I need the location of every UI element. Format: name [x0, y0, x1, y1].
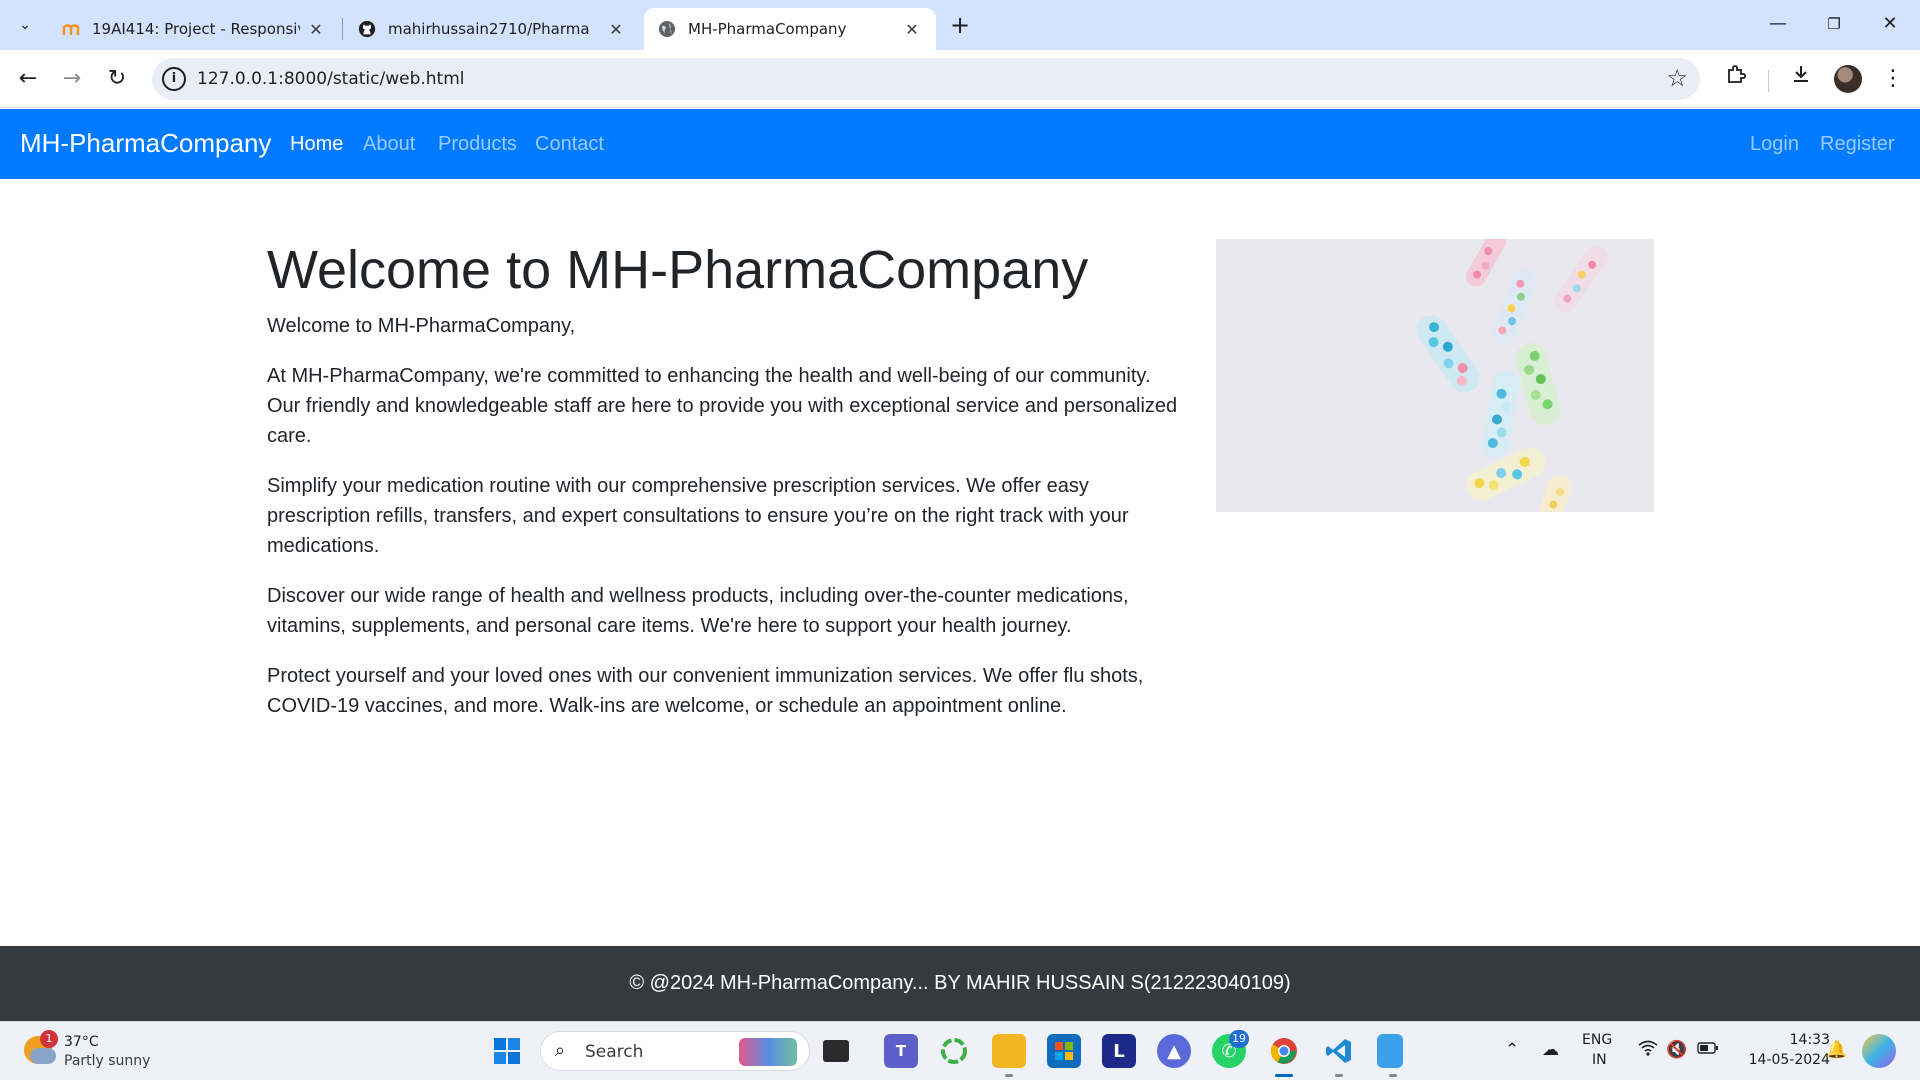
- tab-search-dropdown-icon[interactable]: ⌄: [10, 10, 40, 40]
- l-app-icon[interactable]: L: [1102, 1034, 1136, 1068]
- forward-icon[interactable]: →: [56, 63, 88, 95]
- clock-date[interactable]: 14-05-2024: [1737, 1052, 1830, 1068]
- tab-separator: [342, 18, 343, 40]
- menu-kebab-icon[interactable]: ⋮: [1876, 62, 1910, 96]
- site-navbar: MH-PharmaCompany Home About Products Con…: [0, 109, 1920, 179]
- address-bar[interactable]: i 127.0.0.1:8000/static/web.html ☆: [152, 58, 1700, 100]
- chrome-icon[interactable]: [1267, 1034, 1301, 1068]
- nav-register[interactable]: Register: [1820, 133, 1894, 156]
- bookmark-star-icon[interactable]: ☆: [1666, 64, 1688, 92]
- page-title: Welcome to MH-PharmaCompany: [267, 240, 1089, 300]
- greeting-text: Welcome to MH-PharmaCompany,: [267, 315, 576, 337]
- reload-icon[interactable]: ↻: [101, 63, 133, 95]
- task-view-icon[interactable]: [823, 1040, 849, 1062]
- tray-overflow-chevron-icon[interactable]: ⌃: [1505, 1040, 1519, 1060]
- microsoft-store-icon[interactable]: [1047, 1034, 1081, 1068]
- downloads-icon[interactable]: [1784, 62, 1818, 96]
- taskbar-search[interactable]: ⌕ Search: [540, 1031, 810, 1071]
- volume-muted-icon[interactable]: 🔇: [1666, 1040, 1687, 1060]
- immunization-paragraph: Protect yourself and your loved ones wit…: [267, 665, 1144, 717]
- weather-temp: 37°C: [64, 1034, 99, 1050]
- language-indicator-line2[interactable]: IN: [1592, 1052, 1607, 1068]
- running-indicator: [1335, 1074, 1343, 1077]
- browser-tab-active[interactable]: MH-PharmaCompany ✕: [644, 8, 936, 50]
- vscode-icon[interactable]: [1322, 1034, 1356, 1068]
- prescription-paragraph: Simplify your medication routine with ou…: [267, 475, 1129, 557]
- browser-tab-moodle[interactable]: 19AI414: Project - Responsive W ✕: [48, 8, 340, 50]
- close-tab-icon[interactable]: ✕: [902, 20, 922, 39]
- language-indicator-line1[interactable]: ENG: [1582, 1032, 1612, 1048]
- close-tab-icon[interactable]: ✕: [306, 20, 326, 39]
- copilot-ring-icon[interactable]: [937, 1034, 971, 1068]
- running-indicator: [1005, 1074, 1013, 1077]
- toolbar-separator: [1768, 70, 1769, 92]
- globe-icon: [658, 20, 676, 38]
- site-info-icon[interactable]: i: [162, 67, 186, 91]
- site-footer: © @2024 MH-PharmaCompany... BY MAHIR HUS…: [0, 946, 1920, 1021]
- extensions-icon[interactable]: [1719, 62, 1753, 96]
- browser-tab-strip: ⌄ 19AI414: Project - Responsive W ✕ mahi…: [0, 0, 1920, 50]
- nav-login[interactable]: Login: [1750, 133, 1799, 156]
- windows-taskbar: 1 37°C Partly sunny ⌕ Search T L ▲ ✆ 19 …: [0, 1021, 1920, 1080]
- running-indicator-active: [1275, 1074, 1293, 1077]
- tab-title: MH-PharmaCompany: [688, 20, 847, 38]
- close-tab-icon[interactable]: ✕: [606, 20, 626, 39]
- copilot-icon[interactable]: [1862, 1034, 1896, 1068]
- arc-app-icon[interactable]: ▲: [1157, 1034, 1191, 1068]
- main-content: Welcome to MH-PharmaCompany Welcome to M…: [267, 239, 1187, 721]
- url-text[interactable]: 127.0.0.1:8000/static/web.html: [197, 69, 465, 89]
- footer-text: © @2024 MH-PharmaCompany... BY MAHIR HUS…: [629, 972, 1291, 994]
- products-paragraph: Discover our wide range of health and we…: [267, 585, 1129, 637]
- weather-badge: 1: [40, 1030, 58, 1048]
- close-window-icon[interactable]: ✕: [1870, 10, 1910, 38]
- intro-paragraph: At MH-PharmaCompany, we're committed to …: [267, 365, 1178, 447]
- weather-cloud-icon: [30, 1048, 56, 1064]
- windows-start-icon[interactable]: [490, 1034, 524, 1068]
- restore-icon[interactable]: ❐: [1814, 10, 1854, 38]
- notification-bell-icon[interactable]: 🔔: [1826, 1040, 1847, 1060]
- search-highlight-icon: [739, 1038, 797, 1066]
- weather-condition: Partly sunny: [64, 1053, 151, 1069]
- nav-products[interactable]: Products: [438, 133, 517, 156]
- running-indicator: [1389, 1074, 1397, 1077]
- site-brand[interactable]: MH-PharmaCompany: [20, 128, 271, 159]
- nav-contact[interactable]: Contact: [535, 133, 604, 156]
- minimize-icon[interactable]: —: [1758, 10, 1798, 38]
- nav-about[interactable]: About: [363, 133, 415, 156]
- search-label: Search: [585, 1042, 644, 1062]
- battery-icon[interactable]: [1697, 1040, 1719, 1060]
- notepad-icon[interactable]: [1377, 1034, 1403, 1068]
- file-explorer-icon[interactable]: [992, 1034, 1026, 1068]
- tab-title: 19AI414: Project - Responsive W: [92, 20, 300, 38]
- teams-icon[interactable]: T: [884, 1034, 918, 1068]
- pills-hero-image: [1216, 239, 1654, 512]
- browser-toolbar: ← → ↻ i 127.0.0.1:8000/static/web.html ☆…: [0, 50, 1920, 108]
- wifi-icon[interactable]: [1638, 1040, 1658, 1061]
- github-icon: [358, 20, 376, 38]
- nav-home[interactable]: Home: [290, 133, 343, 156]
- new-tab-icon[interactable]: +: [946, 12, 974, 40]
- whatsapp-badge: 19: [1229, 1030, 1249, 1048]
- back-icon[interactable]: ←: [12, 63, 44, 95]
- tab-title: mahirhussain2710/Pharma: [388, 20, 590, 38]
- onedrive-error-icon[interactable]: ☁: [1542, 1040, 1559, 1060]
- profile-avatar[interactable]: [1834, 65, 1862, 93]
- clock-time[interactable]: 14:33: [1780, 1032, 1830, 1048]
- search-icon: ⌕: [555, 1040, 566, 1061]
- weather-widget[interactable]: 1 37°C Partly sunny: [22, 1030, 182, 1074]
- moodle-icon: [62, 20, 80, 38]
- browser-tab-github[interactable]: mahirhussain2710/Pharma ✕: [344, 8, 640, 50]
